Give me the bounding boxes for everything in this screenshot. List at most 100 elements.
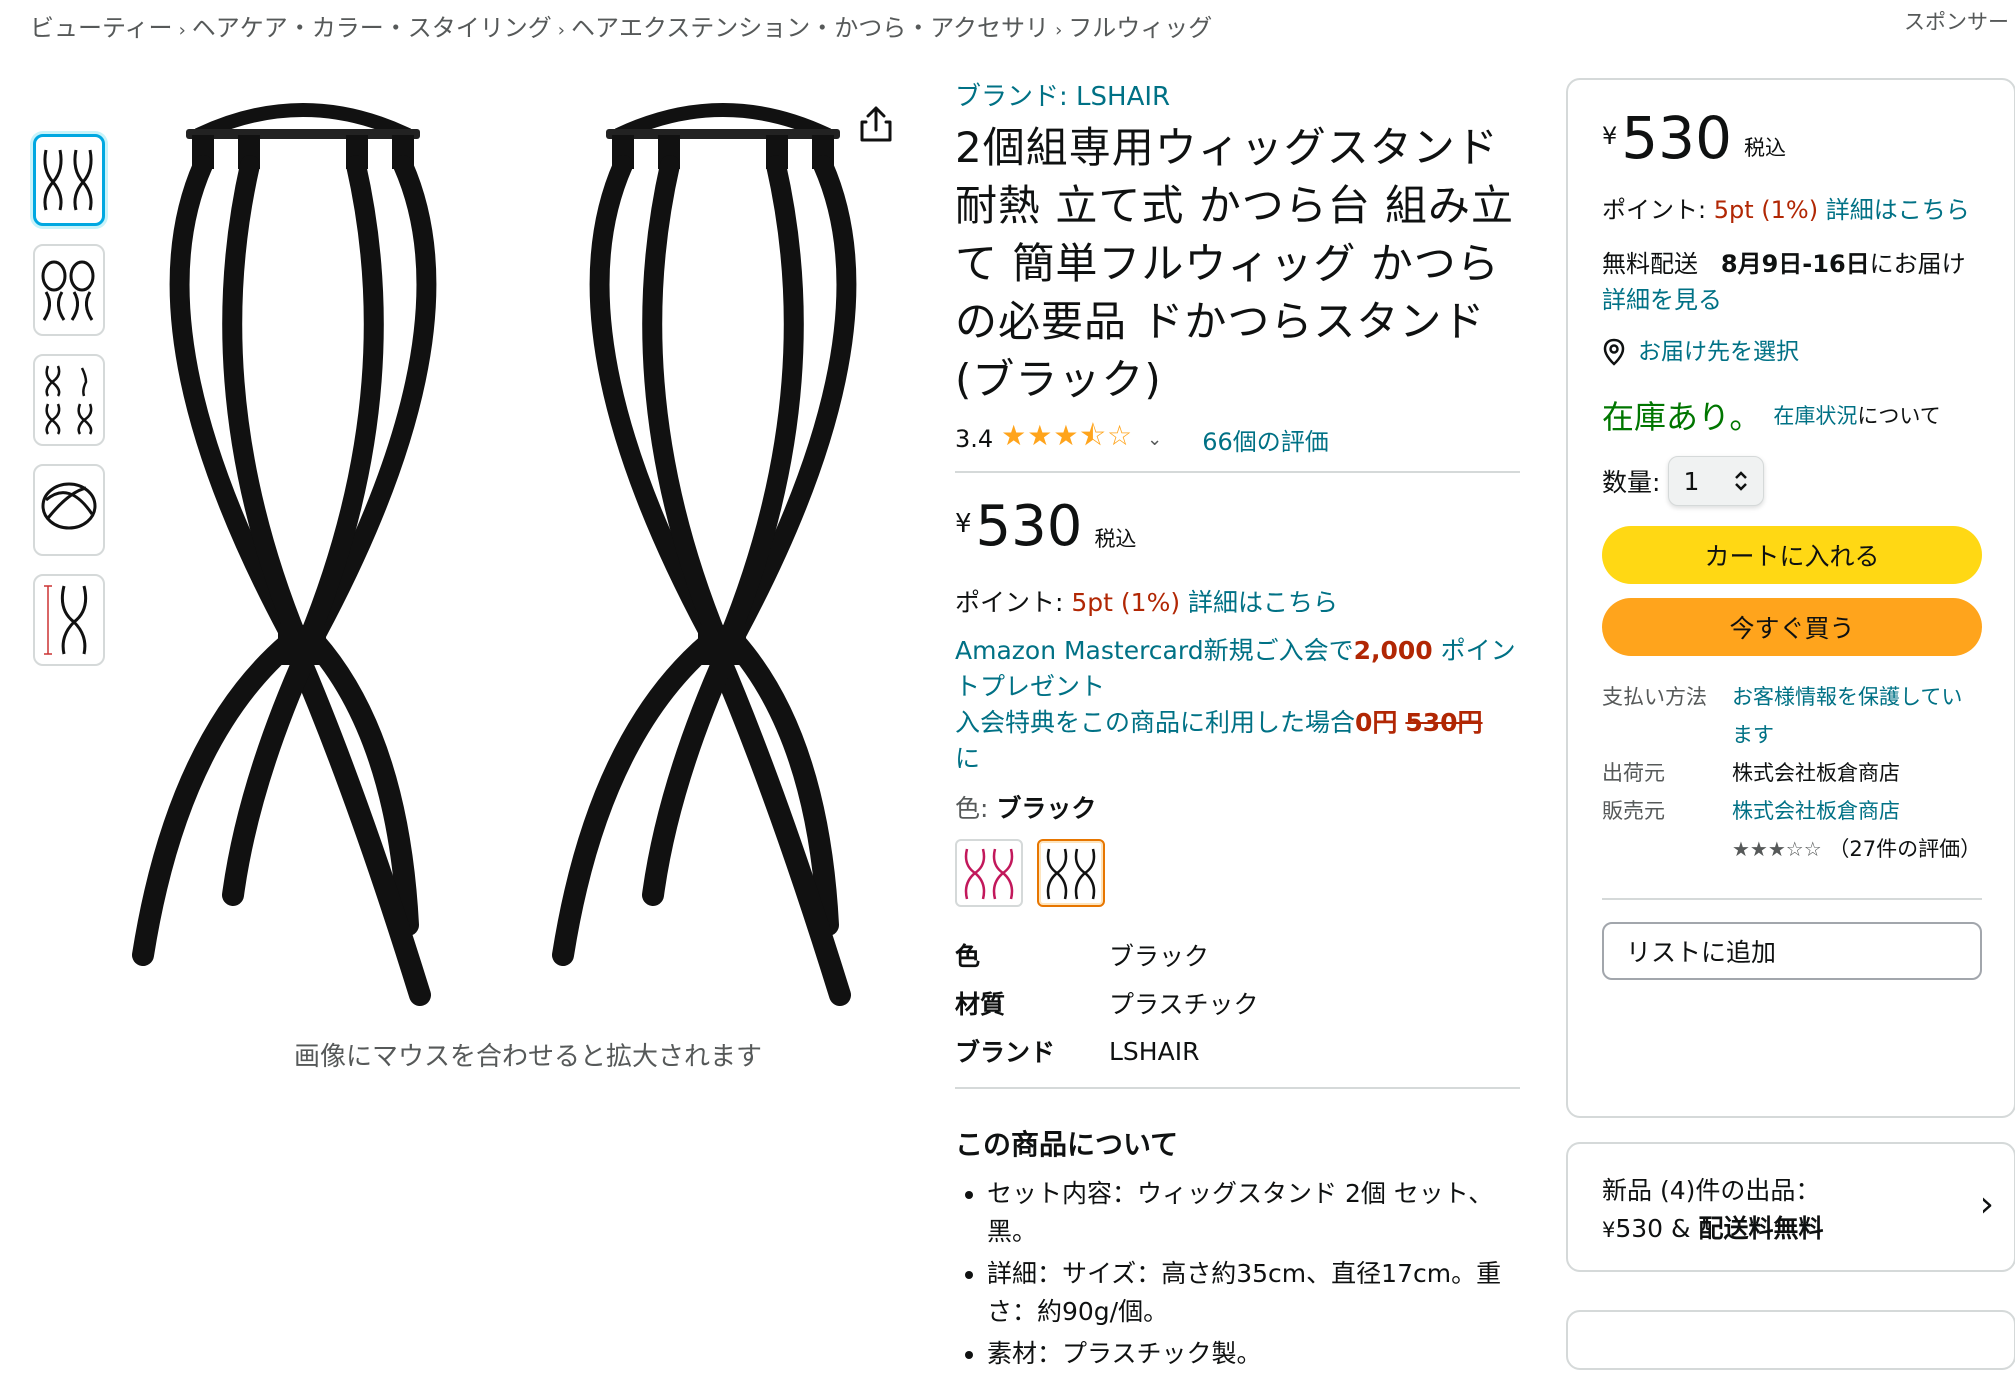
currency-symbol: ¥ <box>1602 1218 1616 1242</box>
color-selection: 色: ブラック <box>955 789 1520 825</box>
breadcrumb-item-beauty[interactable]: ビューティー <box>30 14 173 42</box>
seller-info: 支払い方法 お客様情報を保護しています 出荷元 株式会社板倉商店 販売元 株式会社板倉… <box>1602 678 1982 868</box>
add-to-cart-button[interactable]: カートに入れる <box>1602 526 1982 584</box>
product-main-image[interactable] <box>128 85 928 1010</box>
points-details-link[interactable]: 詳細はこちら <box>1826 196 1970 224</box>
color-value: ブラック <box>996 794 1097 823</box>
zoom-hint: 画像にマウスを合わせると拡大されます <box>293 1042 762 1072</box>
about-heading: この商品について <box>955 1128 1179 1161</box>
quantity-select[interactable]: 1 <box>1668 456 1765 506</box>
ships-from-label: 出荷元 <box>1602 761 1665 785</box>
wig-stand-dimensions-icon <box>44 585 88 655</box>
rating-value: 3.4 <box>955 425 994 453</box>
buy-box: ¥ 530 税込 ポイント: 5pt (1%) 詳細はこちら 無料配送 8月9日… <box>1566 78 2015 1118</box>
free-shipping-label: 配送料無料 <box>1698 1214 1824 1243</box>
location-pin-icon <box>1603 338 1625 366</box>
sold-by-label: 販売元 <box>1602 799 1665 823</box>
offers-count: 新品 (4)件の出品： <box>1602 1176 1821 1205</box>
spec-value: LSHAIR <box>1109 1036 1200 1066</box>
location-row[interactable]: お届け先を選択 <box>1602 334 1982 370</box>
buy-now-button[interactable]: 今すぐ買う <box>1602 598 1982 656</box>
promo-points: 2,000 <box>1353 636 1433 665</box>
chevron-right-icon: › <box>1055 20 1063 41</box>
seller-review-count[interactable]: （27件の評価） <box>1828 837 1981 861</box>
breadcrumb-item-haircare[interactable]: ヘアケア・カラー・スタイリング <box>192 14 552 42</box>
stock-suffix: について <box>1857 404 1941 428</box>
chevron-down-icon[interactable]: ⌄ <box>1147 429 1162 450</box>
product-title: 2個組専用ウィッグスタンド 耐熱 立て式 かつら台 組み立て 簡単フルウィッグ … <box>955 123 1515 404</box>
up-down-chevron-icon <box>1735 471 1748 491</box>
spec-row: ブランド LSHAIR <box>955 1027 1520 1075</box>
shipping-label: 無料配送 <box>1602 250 1698 278</box>
pink-wig-stand-icon <box>964 848 1014 900</box>
other-offers-box[interactable]: 新品 (4)件の出品： ¥530 & 配送料無料 › <box>1566 1142 2015 1272</box>
wig-stand-open-icon <box>41 260 95 321</box>
sold-by-link[interactable]: 株式会社板倉商店 <box>1732 792 1982 830</box>
divider <box>1602 898 1982 900</box>
mastercard-promo[interactable]: Amazon Mastercard新規ご入会で2,000 ポイントプレゼント 入… <box>955 633 1520 777</box>
wig-stand-pair-icon <box>43 149 93 211</box>
sponsor-label[interactable]: スポンサー <box>1904 6 2009 36</box>
location-link[interactable]: お届け先を選択 <box>1638 334 1799 370</box>
breadcrumb-item-extensions[interactable]: ヘアエクステンション・かつら・アクセサリ <box>571 14 1049 42</box>
thumbnail-4[interactable] <box>33 464 105 556</box>
promo-zero-price: 0円 <box>1355 708 1398 737</box>
share-icon[interactable] <box>858 104 894 144</box>
currency-symbol: ¥ <box>1602 122 1618 150</box>
about-list: セット内容：ウィッグスタンド 2個 セット、黑。 詳細：サイズ：高さ約35cm、… <box>955 1175 1520 1373</box>
points-label: ポイント: <box>955 588 1064 617</box>
spec-value: プラスチック <box>1109 990 1259 1019</box>
quantity-label: 数量: <box>1602 468 1661 497</box>
promo-line2-prefix: 入会特典をこの商品に利用した場合 <box>955 708 1356 737</box>
promo-line2-suffix: に <box>955 744 981 773</box>
thumbnail-2[interactable] <box>33 244 105 336</box>
price: 530 <box>975 494 1083 559</box>
spec-key: 色 <box>955 942 981 971</box>
points-value: 5pt (1%) <box>1713 196 1819 224</box>
price-block: ¥ 530 税込 <box>955 499 1520 555</box>
buybox-price: ¥ 530 税込 <box>1602 109 1982 167</box>
chevron-right-icon: › <box>557 20 565 41</box>
payment-value-link[interactable]: お客様情報を保護しています <box>1732 678 1982 754</box>
tax-label: 税込 <box>1744 136 1786 160</box>
ships-from-value: 株式会社板倉商店 <box>1732 761 1900 785</box>
quantity-value: 1 <box>1683 466 1700 496</box>
rating-row: 3.4 ★★★⯪☆ ⌄ 66個の評価 <box>955 415 1520 473</box>
spec-row: 色 ブラック <box>955 931 1520 979</box>
chevron-right-icon: › <box>178 20 186 41</box>
color-swatches <box>955 839 1520 907</box>
rating-stars[interactable]: ★★★⯪☆ <box>1001 415 1133 463</box>
thumbnail-3[interactable] <box>33 354 105 446</box>
breadcrumb: ビューティー › ヘアケア・カラー・スタイリング › ヘアエクステンション・かつら・アク… <box>30 8 1212 43</box>
points-details-link[interactable]: 詳細はこちら <box>1188 588 1338 617</box>
review-count-link[interactable]: 66個の評価 <box>1202 422 1329 457</box>
list-item: 素材：プラスチック製。 <box>987 1335 1520 1373</box>
stock-link[interactable]: 在庫状況 <box>1773 404 1857 428</box>
swatch-black[interactable] <box>1037 839 1105 907</box>
spec-row: 材質 プラスチック <box>955 979 1520 1027</box>
delivery-details-link[interactable]: 詳細を見る <box>1602 286 1722 314</box>
breadcrumb-item-full-wig[interactable]: フルウィッグ <box>1068 14 1212 42</box>
buybox-points: ポイント: 5pt (1%) 詳細はこちら <box>1602 192 1982 228</box>
stock-row: 在庫あり。 在庫状況について <box>1602 392 1982 438</box>
swatch-pink[interactable] <box>955 839 1023 907</box>
offers-amp: & <box>1663 1214 1699 1243</box>
add-to-list-button[interactable]: リストに追加 <box>1602 922 1982 980</box>
chevron-right-icon[interactable]: › <box>1980 1184 1994 1225</box>
points-row: ポイント: 5pt (1%) 詳細はこちら <box>955 583 1520 619</box>
spec-table: 色 ブラック 材質 プラスチック ブランド LSHAIR <box>955 931 1520 1089</box>
points-label: ポイント: <box>1602 196 1707 224</box>
thumbnail-5[interactable] <box>33 574 105 666</box>
tax-label: 税込 <box>1094 527 1137 551</box>
spec-value: ブラック <box>1109 942 1210 971</box>
spec-key: ブランド <box>955 1038 1056 1067</box>
thumbnail-1[interactable] <box>33 134 105 226</box>
currency-symbol: ¥ <box>955 509 972 539</box>
wig-stand-top-view-icon <box>41 482 97 530</box>
quantity-row: 数量: 1 <box>1602 456 1982 506</box>
offers-price: 530 <box>1615 1214 1664 1243</box>
seller-rating-stars: ★★★☆☆ <box>1732 837 1822 861</box>
brand-link[interactable]: ブランド: LSHAIR <box>955 76 1520 113</box>
delivery-info: 無料配送 8月9日-16日にお届け 詳細を見る <box>1602 246 1982 318</box>
spec-key: 材質 <box>955 990 1006 1019</box>
